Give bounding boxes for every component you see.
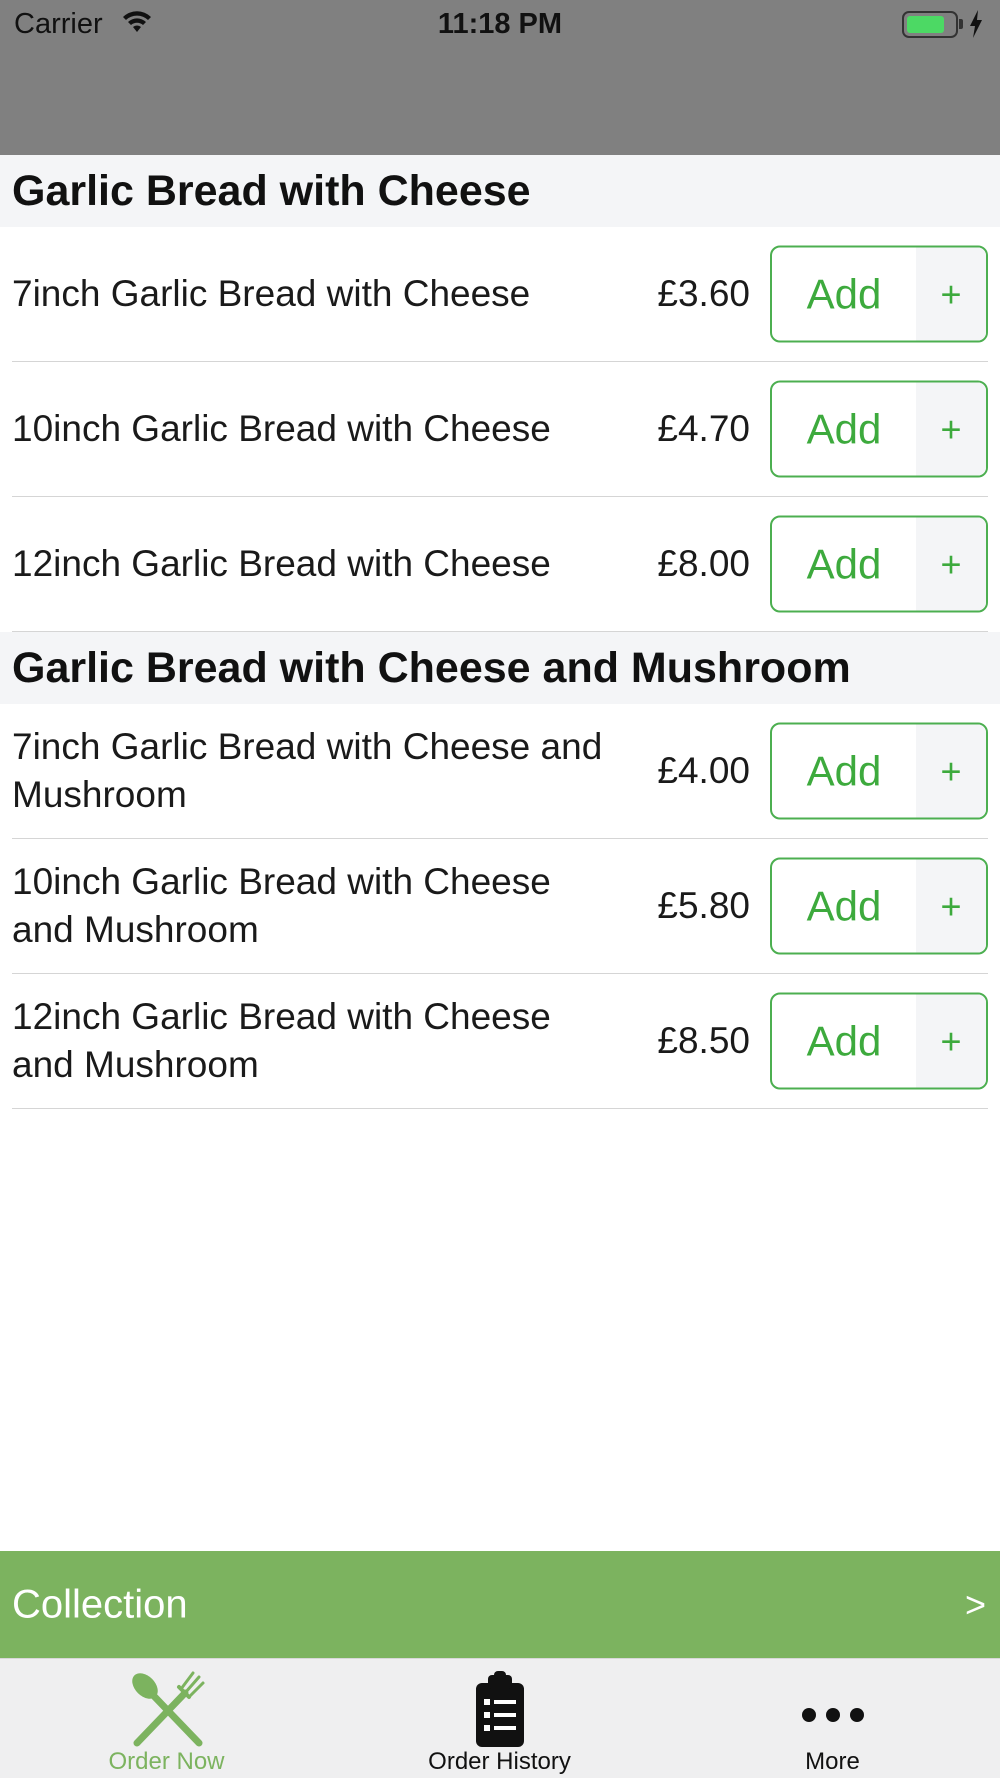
item-price: £4.70 (657, 408, 750, 449)
collection-label: Collection (12, 1582, 188, 1626)
item-price: £8.00 (657, 543, 750, 584)
list-item: 12inch Garlic Bread with Cheese £8.00 Ad… (12, 497, 988, 632)
item-name: 7inch Garlic Bread with Cheese (12, 273, 531, 314)
item-price: £5.80 (657, 885, 750, 926)
plus-icon: + (916, 724, 986, 818)
section-title: Garlic Bread with Cheese (12, 166, 531, 215)
tab-label: More (805, 1748, 860, 1775)
more-dots-icon (801, 1708, 864, 1722)
status-time: 11:18 PM (437, 8, 563, 40)
battery-nub (959, 19, 963, 29)
tab-order-history[interactable]: Order History (333, 1659, 666, 1778)
tab-label: Order Now (108, 1748, 225, 1775)
add-button-label: Add (806, 405, 882, 452)
plus-icon: + (916, 994, 986, 1088)
add-button-label: Add (806, 270, 882, 317)
item-price: £8.50 (657, 1020, 750, 1061)
list-item: 7inch Garlic Bread with Cheese and Mushr… (12, 704, 988, 839)
list-item: 10inch Garlic Bread with Cheese £4.70 Ad… (12, 362, 988, 497)
tab-label: Order History (428, 1748, 571, 1775)
chevron-right-icon: > (964, 1583, 986, 1625)
item-name: 12inch Garlic Bread with Cheese and Mush… (12, 996, 551, 1085)
plus-icon: + (916, 517, 986, 611)
item-price: £4.00 (657, 750, 750, 791)
status-bar: Carrier 11:18 PM (0, 0, 1000, 50)
fork-knife-icon (131, 1671, 204, 1747)
add-button-label: Add (806, 882, 882, 929)
item-name: 10inch Garlic Bread with Cheese and Mush… (12, 861, 551, 950)
section-header: Garlic Bread with Cheese (0, 155, 1000, 227)
add-button-label: Add (806, 747, 882, 794)
add-button[interactable]: Add + (770, 992, 988, 1090)
tab-bar: Order Now Order History More (0, 1658, 1000, 1778)
section-title: Garlic Bread with Cheese and Mushroom (12, 643, 851, 692)
add-button-label: Add (806, 540, 882, 587)
plus-icon: + (916, 382, 986, 476)
list-item: 10inch Garlic Bread with Cheese and Mush… (12, 839, 988, 974)
list-item: 12inch Garlic Bread with Cheese and Mush… (12, 974, 988, 1109)
add-button-label: Add (806, 1017, 882, 1064)
add-button[interactable]: Add + (770, 380, 988, 478)
plus-icon: + (916, 859, 986, 953)
add-button[interactable]: Add + (770, 857, 988, 955)
tab-more[interactable]: More (666, 1659, 999, 1778)
collection-bar[interactable]: Collection > (0, 1551, 1000, 1658)
item-price: £3.60 (657, 273, 750, 314)
clipboard-list-icon (475, 1671, 524, 1747)
navigation-bar: Carrier 11:18 PM (0, 0, 1000, 155)
section-header: Garlic Bread with Cheese and Mushroom (0, 632, 1000, 704)
item-name: 12inch Garlic Bread with Cheese (12, 543, 551, 584)
add-button[interactable]: Add + (770, 722, 988, 820)
battery-icon (902, 11, 958, 38)
item-name: 10inch Garlic Bread with Cheese (12, 408, 551, 449)
add-button[interactable]: Add + (770, 515, 988, 613)
charging-bolt-icon (969, 10, 983, 43)
tab-order-now[interactable]: Order Now (0, 1659, 333, 1778)
add-button[interactable]: Add + (770, 245, 988, 343)
battery-fill (907, 16, 944, 33)
item-name: 7inch Garlic Bread with Cheese and Mushr… (12, 726, 603, 815)
list-item: 7inch Garlic Bread with Cheese £3.60 Add… (12, 227, 988, 362)
menu-list: Garlic Bread with Cheese 7inch Garlic Br… (0, 155, 1000, 1109)
plus-icon: + (916, 247, 986, 341)
